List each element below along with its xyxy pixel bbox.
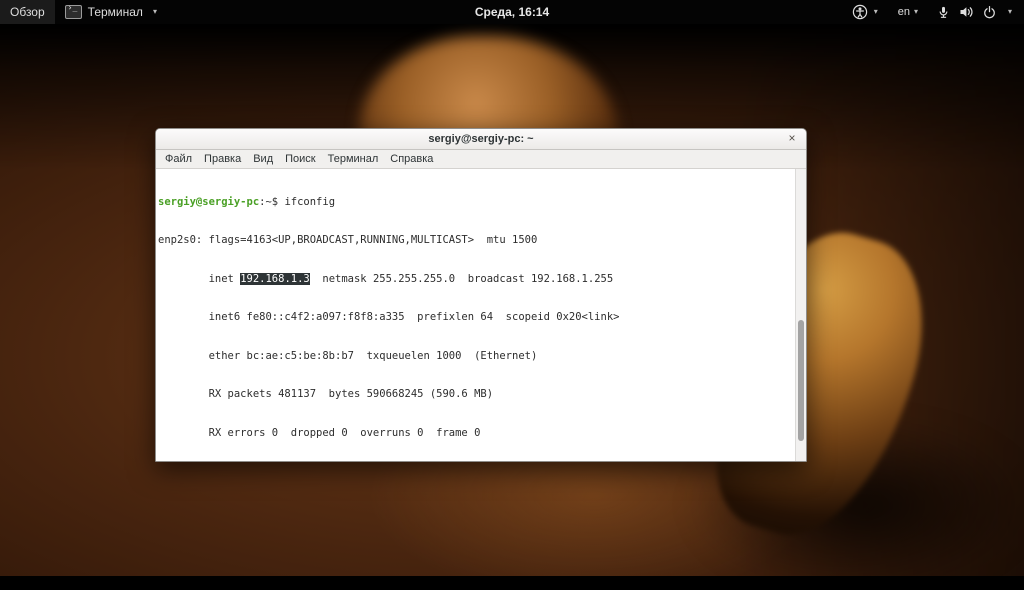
terminal-content[interactable]: sergiy@sergiy-pc:~$ ifconfig enp2s0: fla… [156, 169, 806, 461]
activities-button[interactable]: Обзор [0, 0, 55, 24]
power-icon [984, 5, 995, 19]
close-button[interactable]: × [785, 132, 799, 146]
scrollbar-track[interactable] [795, 169, 806, 461]
terminal-line: RX errors 0 dropped 0 overruns 0 frame 0 [158, 426, 481, 439]
inet-line-pre: inet [158, 272, 241, 285]
chevron-down-icon: ▾ [873, 7, 878, 16]
menu-file[interactable]: Файл [159, 152, 198, 166]
app-menu-label: Терминал [87, 5, 143, 19]
menu-search[interactable]: Поиск [279, 152, 321, 166]
terminal-app-icon [64, 3, 82, 19]
prompt-user-host: sergiy@sergiy-pc [158, 195, 260, 208]
terminal-line: ether bc:ae:c5:be:8b:b7 txqueuelen 1000 … [158, 349, 538, 362]
menu-help[interactable]: Справка [384, 152, 439, 166]
system-menu-button[interactable]: ▾ [928, 0, 1024, 24]
prompt-suffix: :~$ [259, 195, 285, 208]
terminal-inet-line: inet 192.168.1.3 netmask 255.255.255.0 b… [158, 272, 806, 286]
top-bar-left: Обзор Терминал ▾ [0, 0, 167, 24]
terminal-prompt-line: sergiy@sergiy-pc:~$ ifconfig [158, 196, 806, 209]
menu-view[interactable]: Вид [247, 152, 279, 166]
window-title: sergiy@sergiy-pc: ~ [428, 133, 534, 145]
speaker-volume-icon [960, 7, 973, 17]
window-titlebar[interactable]: sergiy@sergiy-pc: ~ × [156, 129, 806, 150]
app-menu-button[interactable]: Терминал ▾ [55, 0, 167, 24]
inet-line-post: netmask 255.255.255.0 broadcast 192.168.… [309, 272, 614, 285]
terminal-line: inet6 fe80::c4f2:a097:f8f8:a335 prefixle… [158, 311, 620, 324]
accessibility-icon [852, 4, 867, 20]
chevron-down-icon: ▾ [152, 7, 157, 16]
terminal-line: RX packets 481137 bytes 590668245 (590.6… [158, 388, 494, 401]
accessibility-menu-button[interactable]: ▾ [842, 0, 888, 24]
scrollbar-thumb[interactable] [798, 320, 804, 441]
terminal-menubar: Файл Правка Вид Поиск Терминал Справка [156, 150, 806, 169]
top-bar: Обзор Терминал ▾ Среда, 16:14 ▾ en ▾ [0, 0, 1024, 24]
keyboard-layout-label: en [897, 6, 910, 18]
chevron-down-icon: ▾ [1007, 7, 1012, 16]
terminal-line: enp2s0: flags=4163<UP,BROADCAST,RUNNING,… [158, 234, 538, 247]
command-text: ifconfig [284, 195, 336, 208]
menu-edit[interactable]: Правка [198, 152, 247, 166]
terminal-window: sergiy@sergiy-pc: ~ × Файл Правка Вид По… [155, 128, 807, 462]
top-bar-right: ▾ en ▾ ▾ [842, 0, 1024, 24]
clock-button[interactable]: Среда, 16:14 [465, 0, 559, 24]
keyboard-layout-button[interactable]: en ▾ [888, 0, 928, 24]
chevron-down-icon: ▾ [913, 7, 918, 16]
microphone-icon [939, 6, 948, 18]
menu-terminal[interactable]: Терминал [322, 152, 385, 166]
selected-ip-address: 192.168.1.3 [240, 272, 310, 285]
